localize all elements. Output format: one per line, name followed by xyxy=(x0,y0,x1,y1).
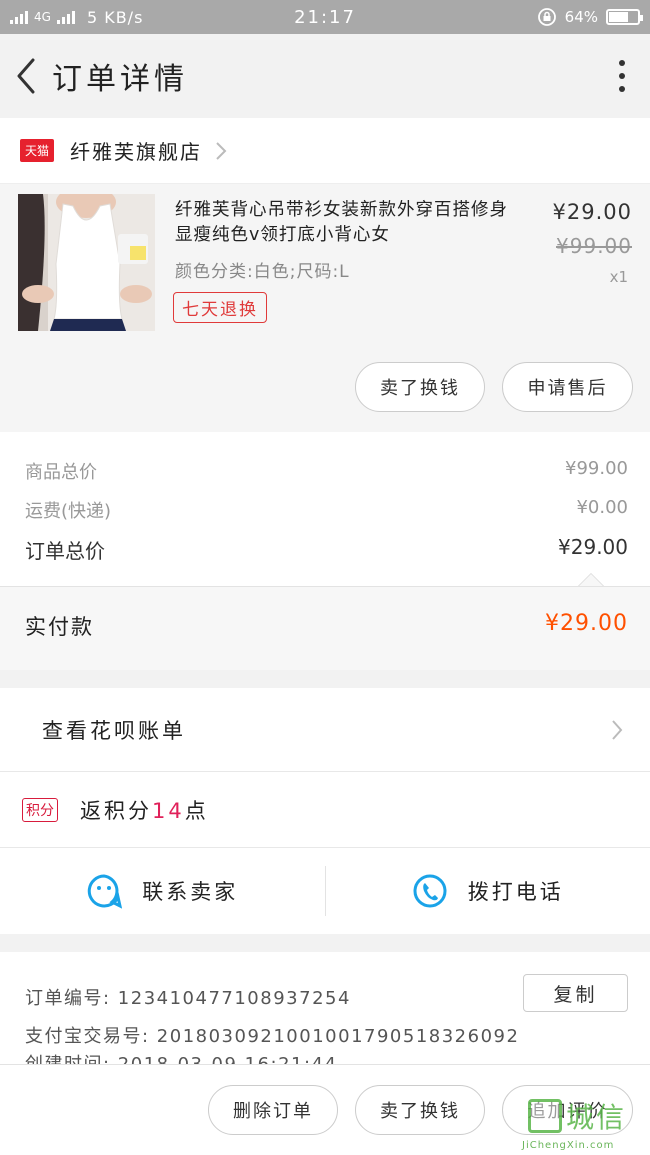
network-speed: 5 KB/s xyxy=(86,7,144,27)
goods-total-label: 商品总价 xyxy=(25,462,97,483)
paid-amount-row: 实付款 ¥29.00 xyxy=(0,586,650,670)
nav-bar: 订单详情 xyxy=(0,34,650,118)
product-title[interactable]: 纤雅芙背心吊带衫女装新款外穿百搭修身显瘦纯色v领打底小背心女 xyxy=(175,198,525,248)
watermark: 城信 xyxy=(528,1096,626,1136)
vertical-dots-icon xyxy=(619,60,625,66)
rotation-lock-icon xyxy=(537,8,556,26)
return-policy-tag: 七天退换 xyxy=(173,292,267,323)
after-sales-button[interactable]: 申请售后 xyxy=(502,362,633,412)
alipay-trade-number: 支付宝交易号: 2018030921001001790518326092 xyxy=(25,1026,520,1047)
watermark-logo-icon xyxy=(528,1099,562,1133)
product-image[interactable] xyxy=(18,194,155,331)
huabei-bill-row[interactable]: 查看花呗账单 xyxy=(0,688,650,772)
paid-value: ¥29.00 xyxy=(545,611,628,636)
shipping-row: 运费(快递) ¥0.00 xyxy=(25,497,628,523)
back-button[interactable] xyxy=(4,46,48,106)
huabei-bill-label: 查看花呗账单 xyxy=(42,718,186,743)
signal-icon xyxy=(56,10,75,24)
sell-button[interactable]: 卖了换钱 xyxy=(355,362,485,412)
product-sku: 颜色分类:白色;尺码:L xyxy=(175,262,350,282)
goods-total-value: ¥99.00 xyxy=(565,458,628,479)
call-button[interactable]: 拨打电话 xyxy=(326,848,650,934)
points-prefix: 返积分 xyxy=(80,798,152,823)
chat-face-icon xyxy=(88,874,123,909)
chevron-right-icon xyxy=(612,719,623,740)
status-bar: 4G 5 KB/s 21:17 64% xyxy=(0,0,650,34)
signal-indicators: 4G 5 KB/s xyxy=(10,8,143,27)
page-title: 订单详情 xyxy=(52,62,188,97)
contact-seller-label: 联系卖家 xyxy=(142,880,239,904)
points-badge: 积分 xyxy=(22,797,58,822)
paid-label: 实付款 xyxy=(25,615,94,639)
points-suffix: 点 xyxy=(184,798,209,823)
product-card[interactable]: 纤雅芙背心吊带衫女装新款外穿百搭修身显瘦纯色v领打底小背心女 颜色分类:白色;尺… xyxy=(0,184,650,432)
tmall-badge: 天猫 xyxy=(20,139,55,162)
copy-button[interactable]: 复制 xyxy=(523,974,628,1012)
more-button[interactable] xyxy=(602,46,642,106)
order-info: 订单编号: 123410477108937254 支付宝交易号: 2018030… xyxy=(0,952,650,1064)
product-quantity: x1 xyxy=(609,268,628,286)
product-photo-illustration xyxy=(18,194,155,331)
signal-icon xyxy=(10,10,28,24)
order-total-value: ¥29.00 xyxy=(558,535,628,559)
price-summary: 商品总价 ¥99.00 运费(快递) ¥0.00 订单总价 ¥29.00 xyxy=(0,432,650,586)
delete-order-button[interactable]: 删除订单 xyxy=(208,1085,338,1135)
points-row: 积分 返积分14点 xyxy=(0,772,650,848)
shipping-value: ¥0.00 xyxy=(576,497,628,518)
sell-button-bottom[interactable]: 卖了换钱 xyxy=(355,1085,485,1135)
chevron-left-icon xyxy=(17,58,35,94)
call-label: 拨打电话 xyxy=(467,880,564,904)
watermark-text: 城信 xyxy=(566,1101,627,1134)
contact-seller-button[interactable]: 联系卖家 xyxy=(0,848,325,934)
watermark-url: JiChengXin.com xyxy=(522,1140,615,1151)
product-price: ¥29.00 xyxy=(552,200,632,224)
order-number: 订单编号: 123410477108937254 xyxy=(25,988,351,1009)
network-label-1: 4G xyxy=(34,10,51,24)
chevron-right-icon xyxy=(216,141,227,160)
points-number: 14 xyxy=(152,798,185,823)
store-name: 纤雅芙旗舰店 xyxy=(70,140,203,164)
store-row[interactable]: 天猫 纤雅芙旗舰店 xyxy=(0,118,650,184)
goods-total-row: 商品总价 ¥99.00 xyxy=(25,458,628,484)
created-time: 创建时间: 2018-03-09 16:21:44 xyxy=(25,1050,337,1064)
points-text: 返积分14点 xyxy=(80,795,209,825)
phone-icon xyxy=(413,874,447,908)
pointer-triangle xyxy=(578,573,604,586)
battery-icon xyxy=(606,9,643,25)
battery-percent: 64% xyxy=(564,8,598,26)
shipping-label: 运费(快递) xyxy=(25,501,112,522)
order-total-row: 订单总价 ¥29.00 xyxy=(25,535,628,564)
order-total-label: 订单总价 xyxy=(25,539,105,563)
contact-bar: 联系卖家 拨打电话 xyxy=(0,848,650,934)
product-original-price: ¥99.00 xyxy=(556,234,632,258)
